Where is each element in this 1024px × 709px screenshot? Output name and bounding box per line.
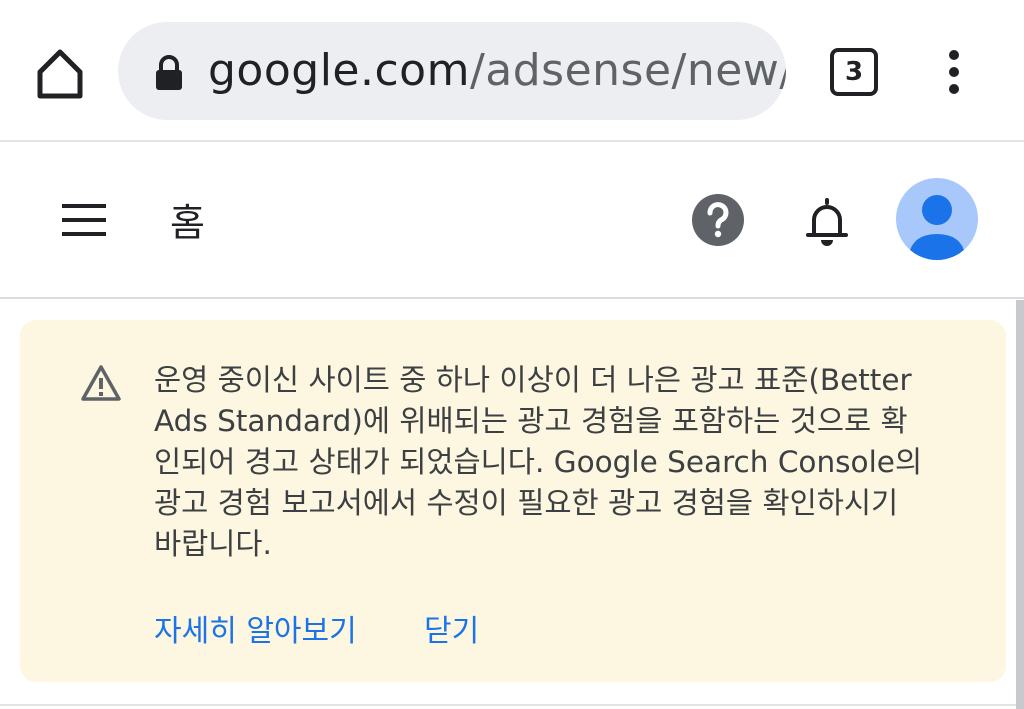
- policy-warning-banner: 운영 중이신 사이트 중 하나 이상이 더 나은 광고 표준(Better Ad…: [20, 320, 1006, 682]
- warning-line: Ads Standard)에 위배되는 광고 경험을 포함하는 것으로 확: [154, 404, 908, 438]
- dismiss-link[interactable]: 닫기: [424, 606, 479, 650]
- address-bar[interactable]: google.com/adsense/new/u/: [118, 22, 786, 120]
- warning-line: 바랍니다.: [154, 527, 272, 561]
- learn-more-link[interactable]: 자세히 알아보기: [154, 606, 357, 650]
- warning-line: 인되어 경고 상태가 되었습니다. Google Search Console의: [154, 445, 923, 479]
- url-path: /adsense/new/u/: [469, 45, 786, 96]
- scrollbar[interactable]: [1016, 300, 1024, 709]
- url-text: google.com/adsense/new/u/: [208, 44, 786, 98]
- url-domain: google.com: [208, 45, 470, 96]
- home-icon[interactable]: [30, 44, 90, 104]
- warning-line: 운영 중이신 사이트 중 하나 이상이 더 나은 광고 표준(Better: [154, 363, 912, 397]
- avatar[interactable]: [896, 178, 978, 260]
- browser-toolbar: google.com/adsense/new/u/ 3: [0, 0, 1024, 142]
- warning-icon: [80, 364, 122, 402]
- help-icon[interactable]: [690, 192, 746, 248]
- warning-line: 광고 경험 보고서에서 수정이 필요한 광고 경험을 확인하시기: [154, 486, 899, 520]
- divider: [0, 704, 1016, 706]
- more-options-icon[interactable]: [938, 48, 970, 96]
- page-title: 홈: [170, 201, 205, 245]
- lock-icon: [154, 55, 184, 91]
- tab-switcher-button[interactable]: 3: [830, 48, 878, 96]
- app-header: 홈: [0, 142, 1024, 299]
- warning-message: 운영 중이신 사이트 중 하나 이상이 더 나은 광고 표준(Better Ad…: [154, 360, 944, 565]
- notifications-bell-icon[interactable]: [800, 194, 854, 250]
- hamburger-menu-icon[interactable]: [60, 202, 108, 238]
